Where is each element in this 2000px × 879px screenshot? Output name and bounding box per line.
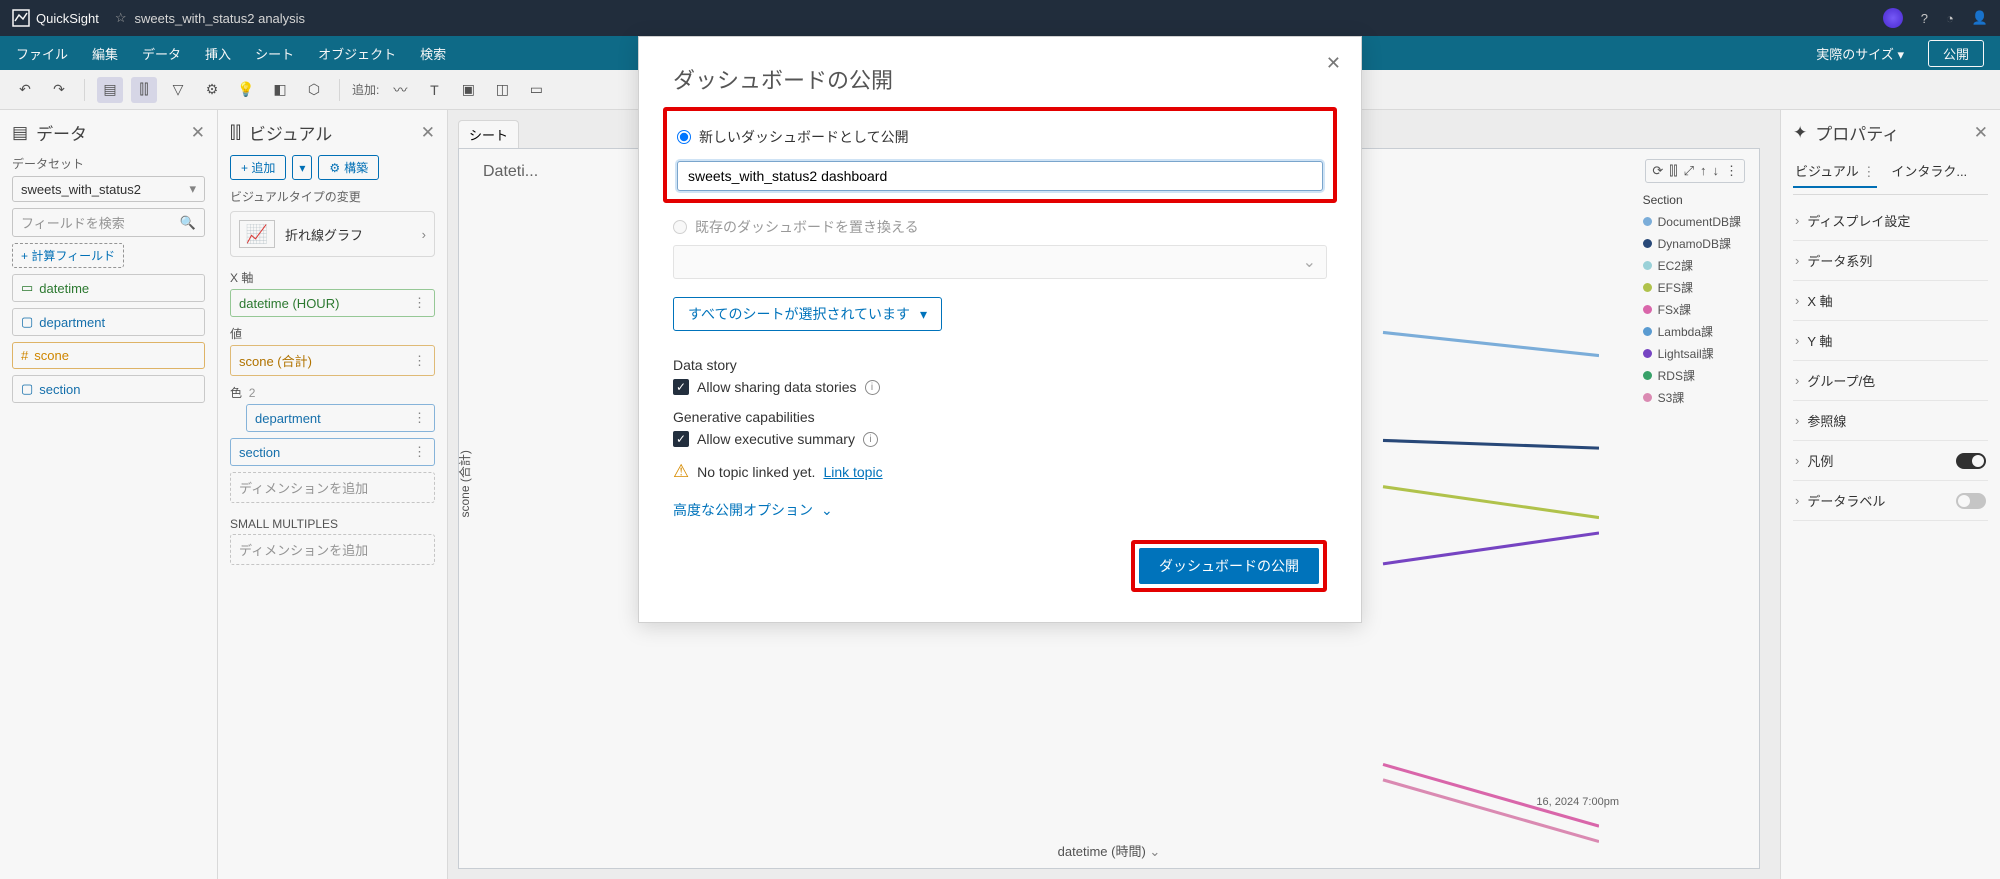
modal-title: ダッシュボードの公開 — [673, 63, 1327, 95]
checkbox-icon: ✓ — [673, 431, 689, 447]
radio-replace-input[interactable] — [673, 220, 687, 234]
sheet-selection-dropdown[interactable]: すべてのシートが選択されています▾ — [673, 297, 942, 331]
allow-exec-summary-checkbox[interactable]: ✓ Allow executive summary i — [673, 431, 1327, 447]
allow-data-stories-checkbox[interactable]: ✓ Allow sharing data stories i — [673, 379, 1327, 395]
warning-icon: ⚠ — [673, 461, 689, 482]
radio-new-input[interactable] — [677, 130, 691, 144]
radio-replace-dashboard[interactable]: 既存のダッシュボードを置き換える — [673, 217, 1327, 237]
close-icon[interactable]: ✕ — [1326, 53, 1341, 74]
checkbox-icon: ✓ — [673, 379, 689, 395]
publish-dashboard-modal: ダッシュボードの公開 ✕ 新しいダッシュボードとして公開 既存のダッシュボードを… — [638, 36, 1362, 623]
link-topic-link[interactable]: Link topic — [823, 464, 882, 480]
info-icon[interactable]: i — [865, 380, 880, 395]
info-icon[interactable]: i — [863, 432, 878, 447]
data-story-heading: Data story — [673, 357, 1327, 373]
replace-dashboard-select: ⌄ — [673, 245, 1327, 279]
new-dashboard-name-input[interactable] — [677, 161, 1323, 191]
chevron-down-icon: ▾ — [920, 306, 927, 323]
radio-new-dashboard[interactable]: 新しいダッシュボードとして公開 — [677, 127, 1323, 147]
highlight-publish-button: ダッシュボードの公開 — [1131, 540, 1327, 592]
highlight-new-dashboard: 新しいダッシュボードとして公開 — [663, 107, 1337, 203]
chevron-down-icon: ⌄ — [1303, 252, 1316, 272]
publish-dashboard-button[interactable]: ダッシュボードの公開 — [1139, 548, 1319, 584]
advanced-options-toggle[interactable]: 高度な公開オプション⌄ — [673, 500, 1327, 520]
generative-heading: Generative capabilities — [673, 409, 1327, 425]
chevron-down-icon: ⌄ — [821, 502, 833, 519]
no-topic-warning: ⚠ No topic linked yet. Link topic — [673, 461, 1327, 482]
